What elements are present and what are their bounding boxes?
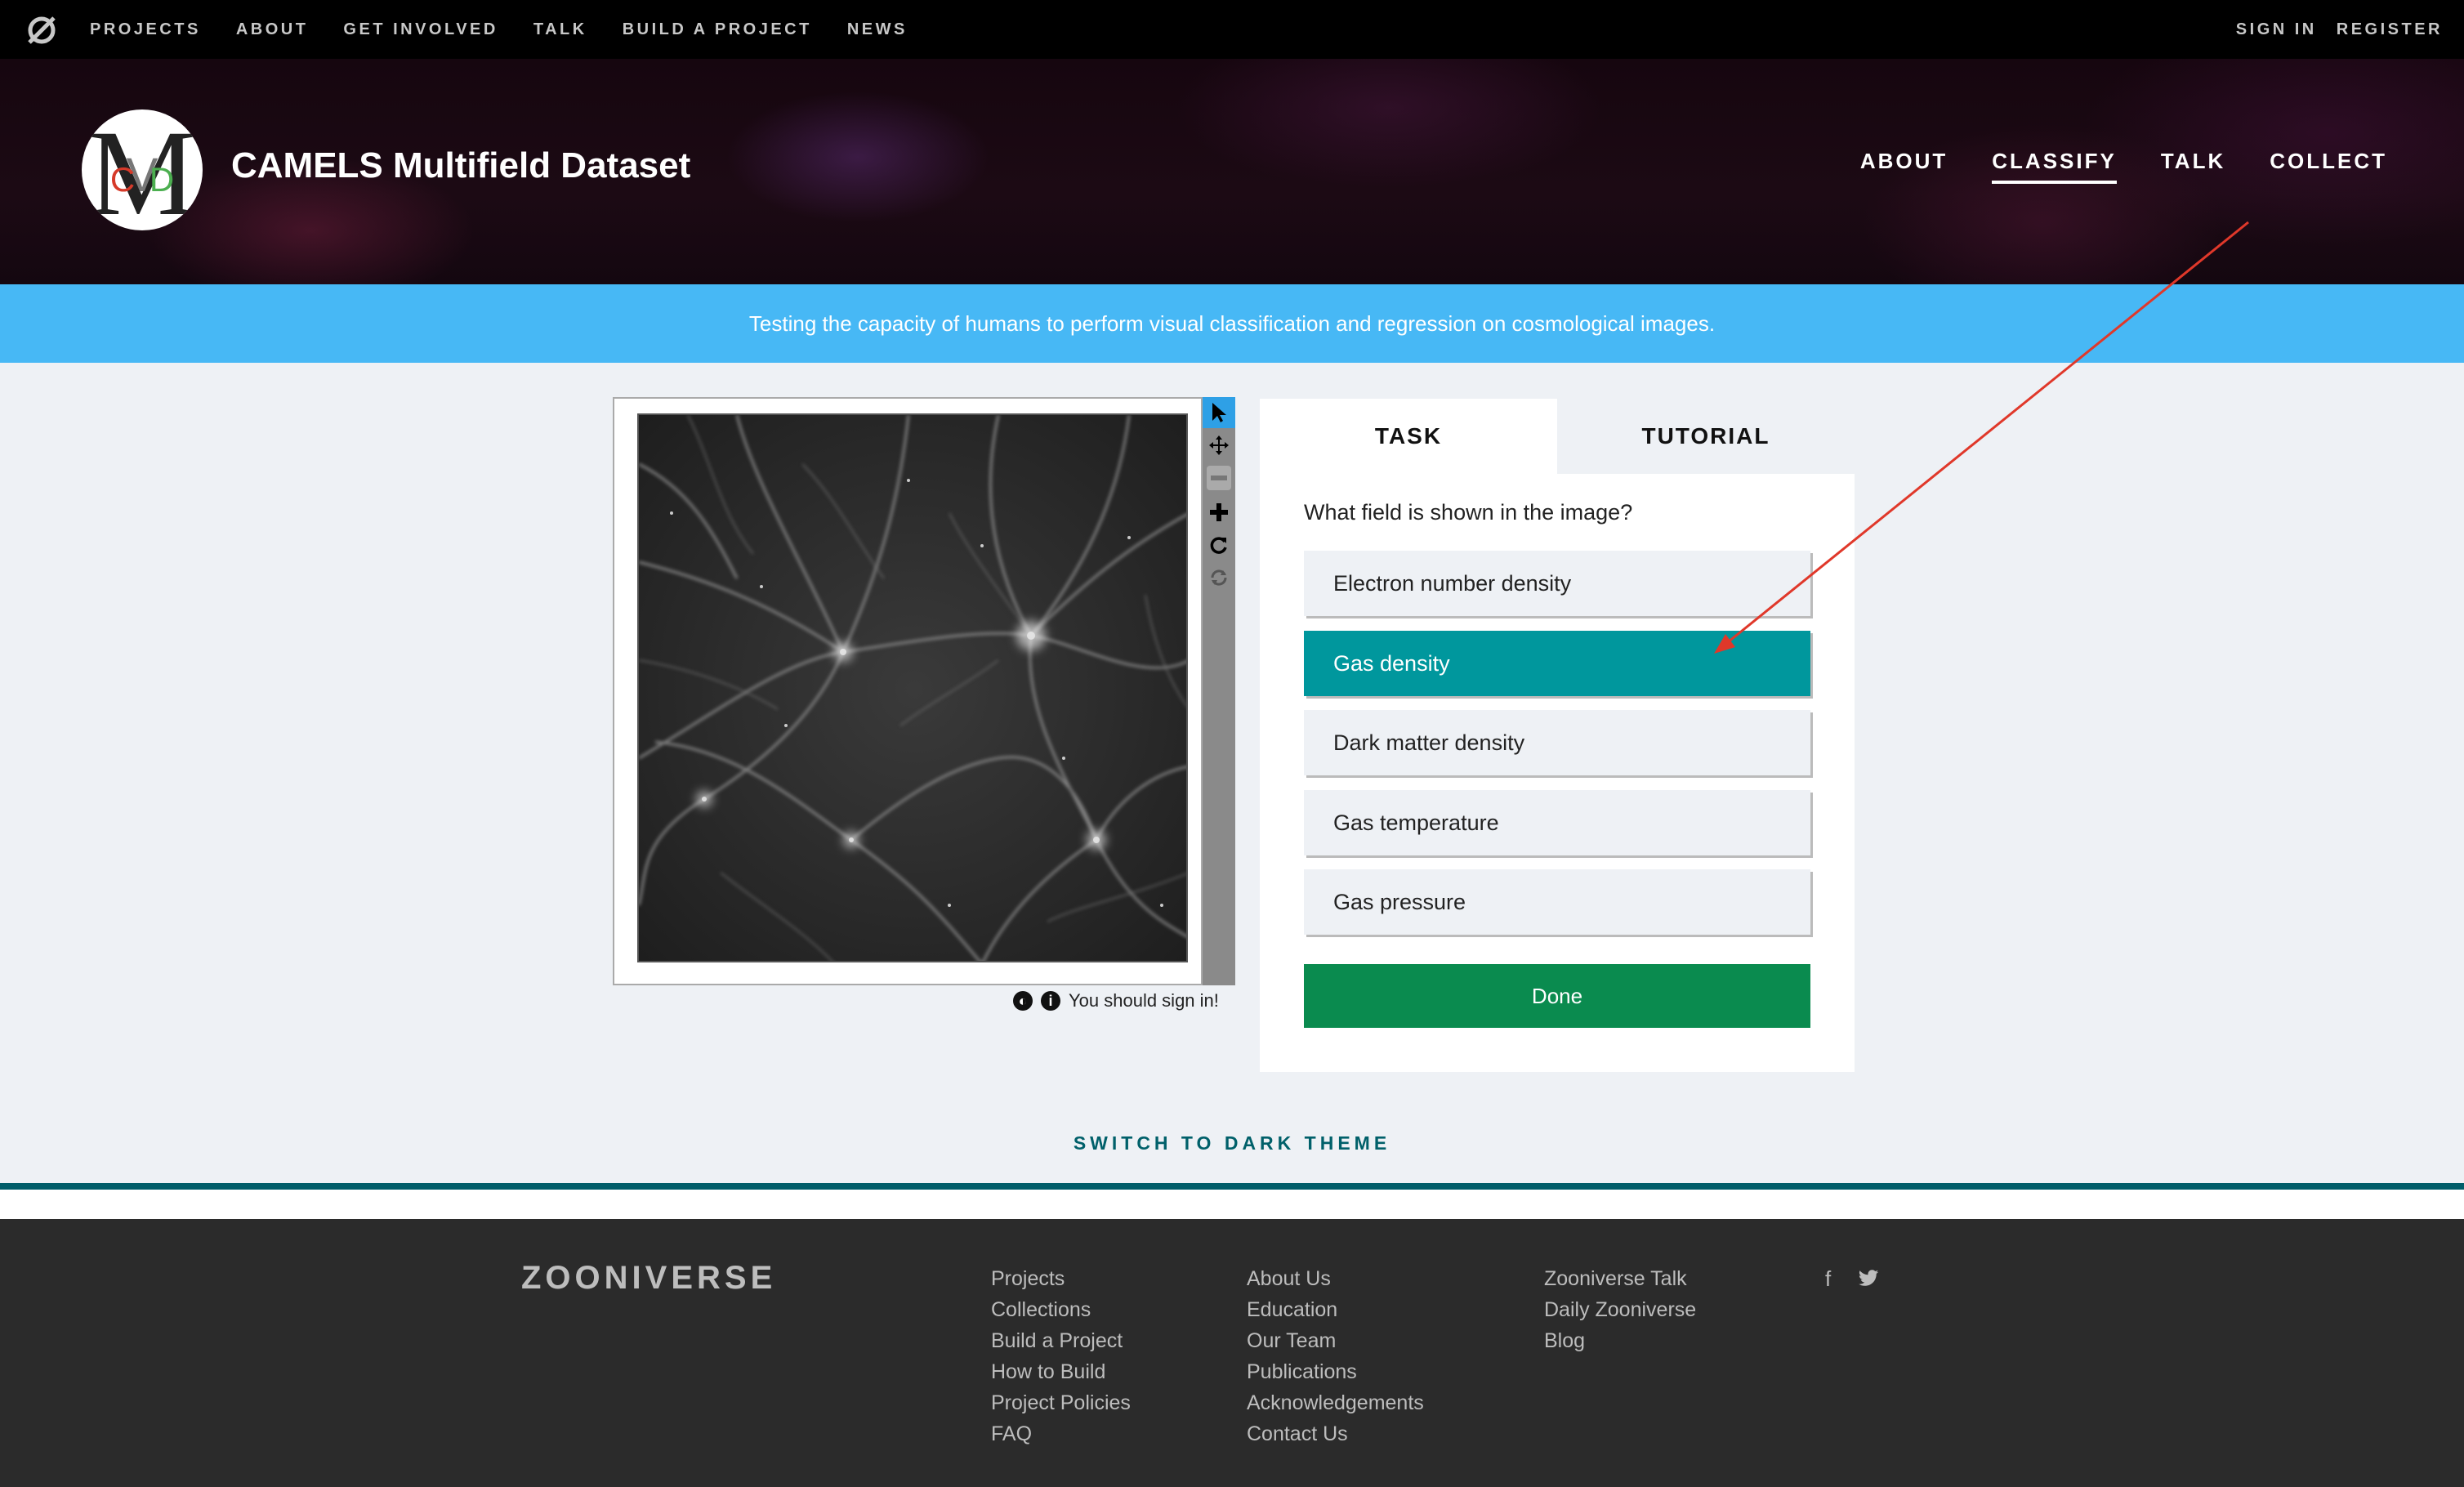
footer-link[interactable]: Contact Us	[1247, 1418, 1424, 1449]
done-button[interactable]: Done	[1304, 964, 1810, 1028]
footer-spacer	[0, 1190, 2464, 1219]
project-nav-classify[interactable]: CLASSIFY	[1992, 149, 2117, 184]
pointer-icon[interactable]	[1203, 397, 1235, 428]
banner-text: Testing the capacity of humans to perfor…	[748, 310, 1716, 336]
footer-link[interactable]: Collections	[991, 1294, 1131, 1325]
site-nav: PROJECTS ABOUT GET INVOLVED TALK BUILD A…	[0, 0, 2464, 59]
sign-in-notice: You should sign in!	[1069, 990, 1219, 1011]
project-logo-icon: M V C D	[87, 109, 196, 230]
project-nav-talk[interactable]: TALK	[2161, 149, 2225, 184]
footer-link[interactable]: Our Team	[1247, 1325, 1424, 1356]
project-header: M V C D CAMELS Multifield Dataset ABOUT …	[0, 59, 2464, 284]
switch-theme-link: SWITCH TO DARK THEME	[0, 1132, 2464, 1154]
footer-link[interactable]: Publications	[1247, 1356, 1424, 1387]
twitter-icon[interactable]	[1859, 1266, 1879, 1292]
footer-link[interactable]: Projects	[991, 1263, 1131, 1294]
project-nav-about[interactable]: ABOUT	[1860, 149, 1948, 184]
answer-label: Dark matter density	[1333, 730, 1525, 755]
project-nav: ABOUT CLASSIFY TALK COLLECT	[1816, 149, 2387, 184]
project-nav-collect[interactable]: COLLECT	[2270, 149, 2387, 184]
answer-label: Electron number density	[1333, 570, 1572, 596]
svg-text:C: C	[110, 160, 135, 199]
register-link[interactable]: REGISTER	[2337, 20, 2443, 39]
answer-gas-density[interactable]: Gas density	[1304, 631, 1810, 696]
tab-task[interactable]: TASK	[1260, 399, 1557, 474]
answer-label: Gas temperature	[1333, 810, 1499, 835]
project-avatar[interactable]: M V C D	[82, 109, 203, 230]
viewer-status-bar: ◐ i You should sign in!	[1013, 989, 1219, 1013]
footer-divider	[0, 1183, 2464, 1190]
answer-label: Gas pressure	[1333, 889, 1466, 914]
viewer-toolbar	[1203, 397, 1235, 985]
footer-link[interactable]: Zooniverse Talk	[1544, 1263, 1696, 1294]
footer-col-projects: Projects Collections Build a Project How…	[991, 1263, 1131, 1449]
footer-link[interactable]: Blog	[1544, 1325, 1696, 1356]
footer-link[interactable]: FAQ	[991, 1418, 1131, 1449]
subject-image[interactable]	[637, 413, 1188, 962]
footer-brand[interactable]: ZOONIVERSE	[521, 1260, 776, 1297]
answer-dark-matter-density[interactable]: Dark matter density	[1304, 710, 1810, 775]
tab-tutorial[interactable]: TUTORIAL	[1557, 399, 1855, 474]
footer-link[interactable]: Acknowledgements	[1247, 1387, 1424, 1418]
sign-in-link[interactable]: SIGN IN	[2236, 20, 2317, 39]
project-title[interactable]: CAMELS Multifield Dataset	[231, 145, 690, 186]
reset-icon[interactable]	[1203, 562, 1235, 593]
project-banner: Testing the capacity of humans to perfor…	[0, 284, 2464, 363]
task-question: What field is shown in the image?	[1304, 500, 1633, 525]
svg-text:D: D	[150, 160, 174, 199]
task-tabs: TASK TUTORIAL	[1260, 399, 1855, 474]
switch-theme-label[interactable]: SWITCH TO DARK THEME	[1074, 1132, 1390, 1154]
footer-link[interactable]: Daily Zooniverse	[1544, 1294, 1696, 1325]
zooniverse-logo-icon[interactable]	[25, 13, 59, 47]
footer-link[interactable]: How to Build	[991, 1356, 1131, 1387]
zoom-out-icon[interactable]	[1203, 462, 1235, 493]
rotate-icon[interactable]	[1203, 529, 1235, 560]
answer-gas-temperature[interactable]: Gas temperature	[1304, 790, 1810, 855]
auth-links: SIGN IN REGISTER	[2216, 0, 2443, 59]
footer-link[interactable]: Project Policies	[991, 1387, 1131, 1418]
info-icon[interactable]: i	[1041, 991, 1060, 1011]
answer-label: Gas density	[1333, 650, 1450, 676]
task-panel: TASK TUTORIAL What field is shown in the…	[1260, 399, 1855, 1072]
nav-link-get-involved[interactable]: GET INVOLVED	[343, 20, 498, 39]
contrast-icon[interactable]: ◐	[1013, 991, 1033, 1011]
facebook-icon[interactable]: f	[1825, 1266, 1831, 1292]
answer-electron-number-density[interactable]: Electron number density	[1304, 551, 1810, 616]
answer-gas-pressure[interactable]: Gas pressure	[1304, 869, 1810, 935]
nav-link-projects[interactable]: PROJECTS	[90, 20, 201, 39]
footer-link[interactable]: Build a Project	[991, 1325, 1131, 1356]
footer-link[interactable]: Education	[1247, 1294, 1424, 1325]
footer-col-talk: Zooniverse Talk Daily Zooniverse Blog	[1544, 1263, 1696, 1356]
nav-link-news[interactable]: NEWS	[847, 20, 908, 39]
nav-link-about[interactable]: ABOUT	[236, 20, 309, 39]
zoom-in-icon[interactable]	[1203, 497, 1235, 528]
social-links: f	[1825, 1266, 1906, 1292]
nav-link-talk[interactable]: TALK	[533, 20, 587, 39]
pan-icon[interactable]	[1203, 430, 1235, 461]
nav-link-build-a-project[interactable]: BUILD A PROJECT	[623, 20, 812, 39]
site-footer: ZOONIVERSE Projects Collections Build a …	[0, 1219, 2464, 1487]
footer-col-about: About Us Education Our Team Publications…	[1247, 1263, 1424, 1449]
footer-link[interactable]: About Us	[1247, 1263, 1424, 1294]
site-nav-links: PROJECTS ABOUT GET INVOLVED TALK BUILD A…	[90, 0, 943, 59]
cosmic-web-image	[639, 415, 1186, 961]
